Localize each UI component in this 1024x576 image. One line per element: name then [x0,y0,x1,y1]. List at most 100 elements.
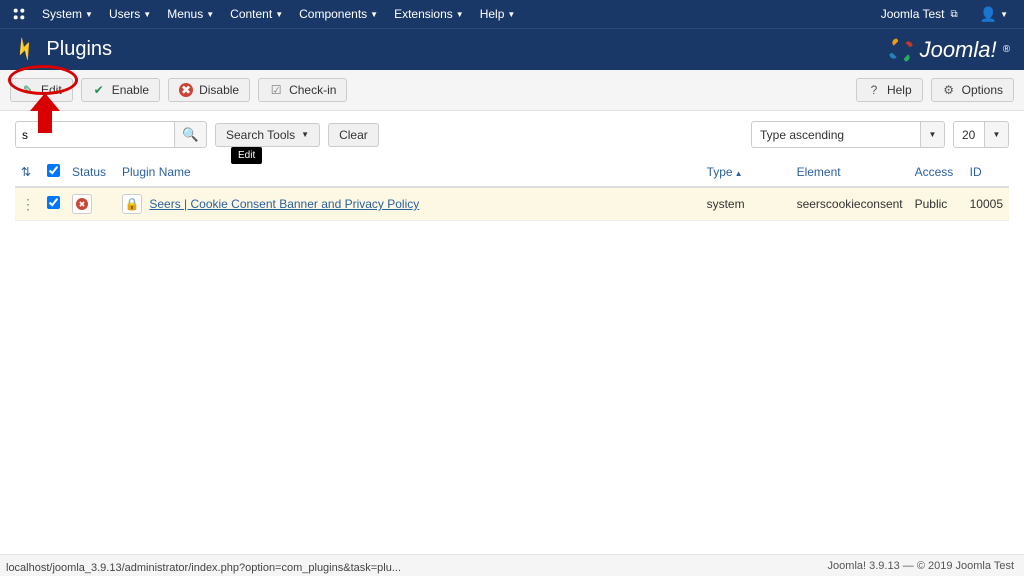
cell-status: ✖ [66,187,116,221]
joomla-logo-icon[interactable] [10,5,28,23]
clear-button[interactable]: Clear [328,123,379,147]
search-input[interactable] [15,121,175,148]
caret-down-icon: ▼ [85,10,93,19]
table-header-row: ⇅ Status Plugin Name Type▲ Element Acces… [15,158,1009,187]
help-icon: ? [867,83,881,97]
button-label: Edit [41,83,62,97]
order-select-value: Type ascending [751,121,921,148]
nav-label: Content [230,7,272,21]
page-title: Plugins [46,38,112,61]
enable-button[interactable]: ✔ Enable [81,78,160,102]
logo-reg: ® [1003,44,1010,55]
th-id[interactable]: ID [964,158,1009,187]
external-link-icon: ⧉ [951,9,958,20]
check-all[interactable] [47,164,60,177]
disable-icon: ✖ [179,83,193,97]
cell-order: ⋮ [15,187,41,221]
top-nav-right: Joomla Test ⧉ 👤▼ [875,2,1014,27]
gear-icon: ⚙ [942,83,956,97]
top-nav-left: System▼ Users▼ Menus▼ Content▼ Component… [10,3,875,25]
nav-extensions[interactable]: Extensions▼ [388,3,470,25]
site-name: Joomla Test [881,7,945,21]
footer-version: Joomla! 3.9.13 — © 2019 Joomla Test [828,560,1014,572]
caret-down-icon: ▼ [985,121,1009,148]
sort-updown-icon: ⇅ [21,165,31,179]
nav-menus[interactable]: Menus▼ [161,3,220,25]
edit-icon: ✎ [21,83,35,97]
th-ordering[interactable]: ⇅ [15,158,41,187]
edit-button[interactable]: ✎ Edit [10,78,73,102]
nav-label: Menus [167,7,203,21]
caret-up-icon: ▲ [735,169,743,178]
plugins-table: ⇅ Status Plugin Name Type▲ Element Acces… [15,158,1009,221]
th-checkall [41,158,66,187]
button-label: Options [962,83,1003,97]
edit-tooltip: Edit [231,147,262,164]
th-access[interactable]: Access [909,158,964,187]
checkin-button[interactable]: ☑ Check-in [258,78,347,102]
logo-text: Joomla! [920,37,997,63]
search-wrap: 🔍 [15,121,207,148]
search-icon: 🔍 [182,127,199,142]
th-status[interactable]: Status [66,158,116,187]
limit-select[interactable]: 20 ▼ [953,121,1009,148]
browser-status-bar: localhost/joomla_3.9.13/administrator/in… [0,560,407,576]
nav-label: System [42,7,82,21]
check-icon: ✔ [92,83,106,97]
th-type[interactable]: Type▲ [701,158,791,187]
th-element[interactable]: Element [791,158,909,187]
top-nav: System▼ Users▼ Menus▼ Content▼ Component… [0,0,1024,28]
joomla-symbol-icon [888,37,914,63]
user-icon: 👤 [980,6,997,23]
caret-down-icon: ▼ [370,10,378,19]
cell-id: 10005 [964,187,1009,221]
cell-check [41,187,66,221]
lock-icon: 🔒 [125,197,140,211]
caret-down-icon: ▼ [1000,10,1008,19]
caret-down-icon: ▼ [301,130,309,139]
button-label: Check-in [289,83,336,97]
status-toggle[interactable]: ✖ [72,194,92,214]
search-tools-button[interactable]: Search Tools ▼ [215,123,320,147]
button-label: Search Tools [226,128,295,142]
options-button[interactable]: ⚙ Options [931,78,1014,102]
button-label: Help [887,83,912,97]
nav-label: Extensions [394,7,453,21]
disabled-icon: ✖ [76,198,88,210]
user-menu[interactable]: 👤▼ [974,2,1014,27]
nav-users[interactable]: Users▼ [103,3,157,25]
caret-down-icon: ▼ [921,121,945,148]
nav-components[interactable]: Components▼ [293,3,384,25]
order-select[interactable]: Type ascending ▼ [751,121,945,148]
drag-handle-icon[interactable]: ⋮ [21,196,35,212]
nav-content[interactable]: Content▼ [224,3,289,25]
limit-select-value: 20 [953,121,985,148]
site-preview-link[interactable]: Joomla Test ⧉ [875,3,964,25]
button-label: Disable [199,83,239,97]
plug-icon: ⚡ [10,34,41,65]
nav-label: Help [480,7,505,21]
search-button[interactable]: 🔍 [175,121,207,148]
nav-help[interactable]: Help▼ [474,3,522,25]
checkbox-icon: ☑ [269,83,283,97]
th-plugin-name[interactable]: Plugin Name [116,158,701,187]
nav-system[interactable]: System▼ [36,3,99,25]
caret-down-icon: ▼ [507,10,515,19]
button-label: Enable [112,83,149,97]
cell-access: Public [909,187,964,221]
help-button[interactable]: ? Help [856,78,923,102]
row-checkbox[interactable] [47,196,60,209]
plugin-name-link[interactable]: Seers | Cookie Consent Banner and Privac… [149,197,419,211]
th-label: Type [707,165,733,179]
disable-button[interactable]: ✖ Disable [168,78,250,102]
checked-out-button[interactable]: 🔒 [122,194,142,214]
nav-label: Users [109,7,140,21]
caret-down-icon: ▼ [143,10,151,19]
page-header-left: ⚡ Plugins [14,38,888,61]
page-header: ⚡ Plugins Joomla! ® [0,28,1024,70]
toolbar: ✎ Edit ✔ Enable ✖ Disable ☑ Check-in ? Help ⚙… [0,70,1024,111]
cell-element: seerscookieconsent [791,187,909,221]
cell-type: system [701,187,791,221]
cell-name: 🔒 Seers | Cookie Consent Banner and Priv… [116,187,701,221]
caret-down-icon: ▼ [275,10,283,19]
